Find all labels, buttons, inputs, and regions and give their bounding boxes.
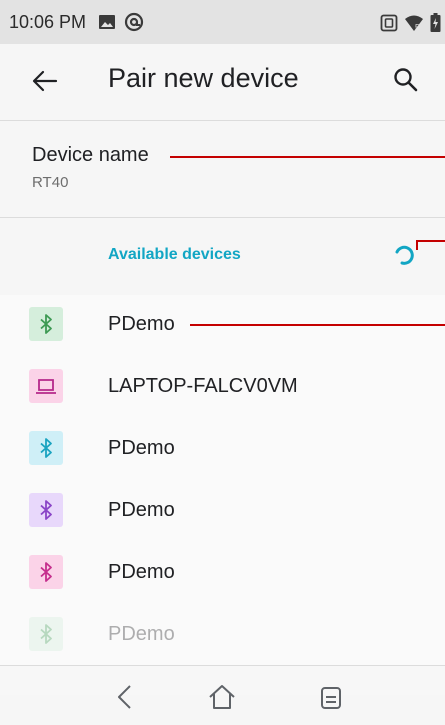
bluetooth-icon — [40, 500, 52, 520]
device-list-item[interactable]: PDemo — [0, 481, 445, 543]
status-bar: 10:06 PM 5 — [0, 0, 445, 44]
device-list-item[interactable]: PDemo — [0, 605, 445, 667]
annotation-line — [416, 240, 445, 242]
device-name-text: PDemo — [108, 499, 175, 521]
nav-home-button[interactable] — [205, 680, 239, 714]
device-list-item[interactable]: LAPTOP-FALCV0VM — [0, 357, 445, 419]
nav-home-icon — [209, 685, 235, 709]
bluetooth-icon — [40, 624, 52, 644]
device-icon-tile — [29, 617, 63, 651]
device-name-text: PDemo — [108, 313, 175, 335]
status-time: 10:06 PM — [9, 11, 87, 32]
annotation-line — [170, 156, 445, 158]
status-right-icons: 5 — [380, 13, 441, 33]
device-name-text: LAPTOP-FALCV0VM — [108, 375, 298, 397]
device-list-item[interactable]: PDemo — [0, 543, 445, 605]
search-button[interactable] — [391, 65, 421, 95]
divider — [0, 217, 445, 218]
device-list-item[interactable]: PDemo — [0, 295, 445, 357]
battery-charging-icon — [430, 13, 441, 32]
device-icon-tile — [29, 369, 63, 403]
bluetooth-icon — [40, 438, 52, 458]
annotation-line — [190, 324, 445, 326]
search-icon — [394, 68, 418, 92]
at-sign-icon — [124, 12, 144, 32]
wifi-icon: 5 — [405, 15, 423, 32]
device-icon-tile — [29, 493, 63, 527]
device-name-value: RT40 — [32, 174, 69, 191]
nav-back-icon — [118, 685, 131, 709]
available-devices-list: PDemo LAPTOP-FALCV0VM PDemo PDemo PDemo PDemo — [0, 295, 445, 695]
device-list-item[interactable]: PDemo — [0, 419, 445, 481]
annotation-tick — [416, 240, 418, 250]
bluetooth-icon — [40, 314, 52, 334]
device-name-text: PDemo — [108, 623, 175, 645]
bluetooth-icon — [40, 562, 52, 582]
device-name-text: PDemo — [108, 437, 175, 459]
arrow-left-icon — [32, 70, 58, 92]
status-left-icons — [98, 12, 144, 32]
back-button[interactable] — [30, 66, 60, 96]
available-devices-header: Available devices — [0, 232, 445, 278]
nav-recents-button[interactable] — [314, 680, 348, 714]
nav-recents-icon — [321, 687, 341, 709]
device-icon-tile — [29, 307, 63, 341]
device-icon-tile — [29, 555, 63, 589]
svg-text:5: 5 — [415, 23, 420, 32]
loading-spinner-icon — [395, 245, 414, 265]
divider — [0, 120, 445, 121]
device-name-setting[interactable]: Device name RT40 — [0, 130, 445, 216]
available-devices-title: Available devices — [108, 246, 241, 263]
laptop-icon — [36, 379, 56, 394]
device-icon-tile — [29, 431, 63, 465]
nfc-icon — [380, 14, 398, 32]
navigation-bar — [0, 665, 445, 725]
app-bar: Pair new device — [0, 44, 445, 117]
device-name-text: PDemo — [108, 561, 175, 583]
device-name-label: Device name — [32, 144, 149, 166]
nav-back-button[interactable] — [108, 680, 142, 714]
page-title: Pair new device — [108, 63, 299, 93]
image-icon — [99, 15, 116, 29]
